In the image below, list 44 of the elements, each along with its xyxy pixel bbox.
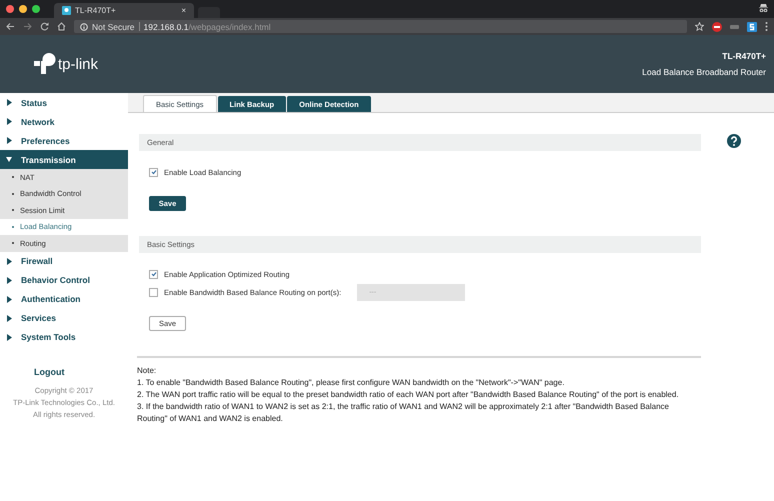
- caret-right-icon: [6, 334, 12, 340]
- browser-tab[interactable]: TL-R470T+ ×: [54, 3, 194, 18]
- note-text: 2. The WAN port traffic ratio will be equal to the preset bandwidth ratio of each WAN port after "Bandwidth Based Balance Routing" of the port is enabled.: [137, 389, 680, 401]
- help-icon[interactable]: [727, 134, 741, 148]
- site-icon: [62, 6, 71, 15]
- caret-right-icon: [6, 99, 12, 106]
- logout-link[interactable]: Logout: [34, 366, 128, 376]
- close-tab-button[interactable]: ×: [181, 6, 186, 15]
- close-window-button[interactable]: [6, 5, 14, 13]
- check-icon: [150, 271, 156, 277]
- extension-icon[interactable]: [712, 22, 722, 32]
- url-text: 192.168.0.1/webpages/index.html: [144, 22, 271, 32]
- logo-icon: [32, 53, 56, 75]
- forward-icon[interactable]: [23, 22, 32, 31]
- caret-right-icon: [6, 258, 12, 264]
- checkbox[interactable]: [149, 168, 158, 176]
- menu-item[interactable]: Transmission: [0, 150, 128, 169]
- note-title: Note:: [137, 365, 158, 377]
- home-icon[interactable]: [57, 22, 66, 31]
- extension-icon[interactable]: [747, 22, 757, 32]
- incognito-icon: [759, 2, 768, 12]
- back-icon[interactable]: [6, 22, 15, 31]
- note-text: 1. To enable "Bandwidth Based Balance Routing", please first configure WAN bandwidth on the "Network"->"WAN" page.: [137, 377, 566, 389]
- maximize-window-button[interactable]: [32, 5, 40, 13]
- product-name: Load Balance Broadband Router: [642, 66, 766, 79]
- menu-icon[interactable]: [765, 22, 768, 31]
- star-icon[interactable]: [695, 22, 704, 31]
- address-bar[interactable]: Not Secure 192.168.0.1/webpages/index.html: [74, 20, 687, 33]
- caret-down-icon: [6, 156, 12, 163]
- check-icon: [150, 169, 156, 175]
- caret-right-icon: [6, 276, 12, 284]
- checkbox[interactable]: [149, 270, 158, 278]
- info-icon: [80, 22, 88, 30]
- caret-right-icon: [6, 296, 12, 302]
- caret-right-icon: [6, 314, 12, 322]
- model-name: TL-R470T+: [721, 50, 766, 63]
- minimize-window-button[interactable]: [19, 5, 27, 13]
- reload-icon[interactable]: [40, 22, 49, 31]
- tp-link-logo: tp-link: [32, 53, 98, 75]
- caret-right-icon: [6, 118, 12, 125]
- security-label: Not Secure: [92, 22, 135, 32]
- checkbox[interactable]: [149, 288, 158, 296]
- note-text: 3. If the bandwidth ratio of WAN1 to WAN2 is set as 2:1, the traffic ratio of WAN1 and WAN2 will be approximately 2:1 after "Bandwidth Based Balance Routing" of WAN1 and WAN2 is enabled.: [137, 401, 670, 425]
- caret-right-icon: [6, 137, 12, 144]
